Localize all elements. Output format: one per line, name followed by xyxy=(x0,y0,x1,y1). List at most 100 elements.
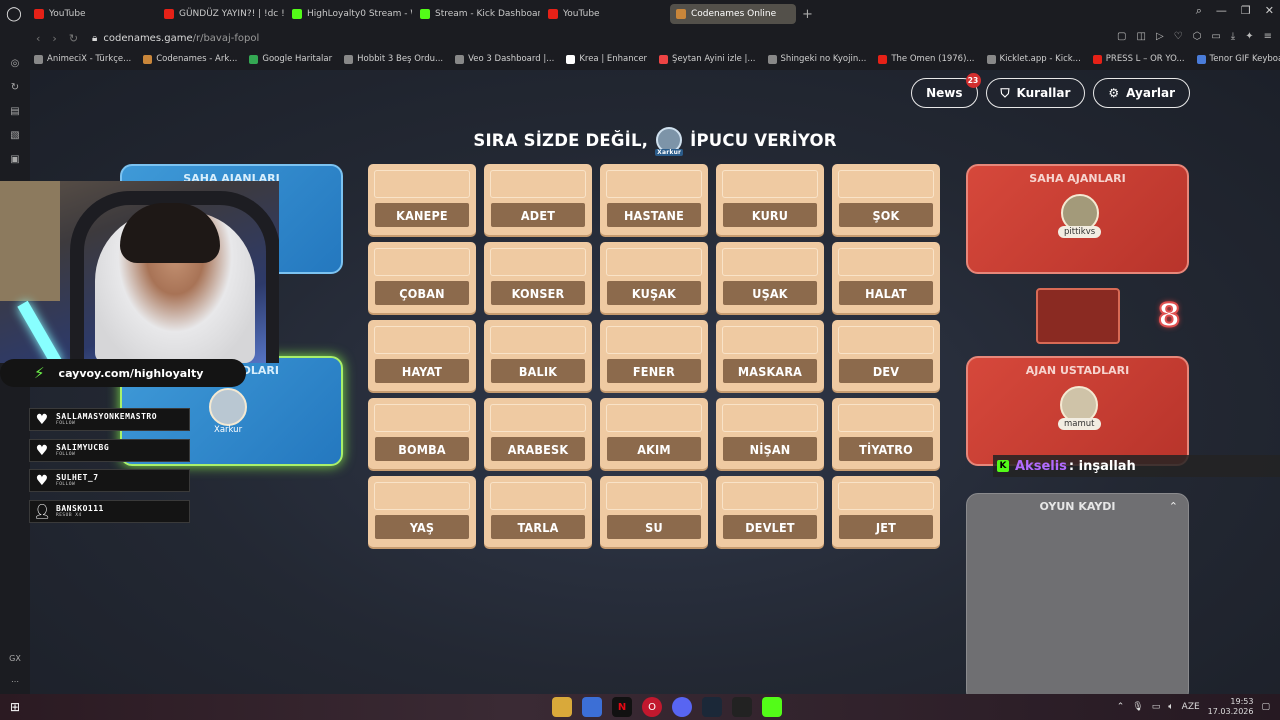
play-icon[interactable]: ▷ xyxy=(1156,31,1164,42)
word-card[interactable]: TARLA xyxy=(484,476,592,547)
back-icon[interactable]: ‹ xyxy=(36,32,40,45)
gx-label[interactable]: GX xyxy=(9,654,21,663)
word-card[interactable]: ÇOBAN xyxy=(368,242,476,313)
history-icon[interactable]: ↻ xyxy=(8,80,22,94)
bookmark[interactable]: Codenames - Ark... xyxy=(143,54,237,64)
file-explorer-icon[interactable] xyxy=(552,697,572,717)
word-card[interactable]: KURU xyxy=(716,164,824,235)
bookmark[interactable]: Şeytan Ayini izle |... xyxy=(659,54,756,64)
chevron-up-icon[interactable]: ⌃ xyxy=(1169,500,1178,513)
kick-app-icon[interactable] xyxy=(762,697,782,717)
word-card[interactable]: BALIK xyxy=(484,320,592,391)
word-card[interactable]: DEV xyxy=(832,320,940,391)
youtube-icon xyxy=(34,9,44,19)
more-icon[interactable]: ⋯ xyxy=(11,677,19,686)
settings-button[interactable]: ⚙ Ayarlar xyxy=(1093,78,1190,108)
gamepad-icon[interactable]: ◎ xyxy=(8,56,22,70)
menu-icon[interactable]: ≡ xyxy=(1264,31,1272,42)
bookmark[interactable]: AnimeciX - Türkçe... xyxy=(34,54,131,64)
system-tray: ⌃ 🎙︎ ▭ 🔈︎ AZE 19:53 17.03.2026 ▢ xyxy=(1117,697,1270,717)
chevron-up-icon[interactable]: ⌃ xyxy=(1117,702,1125,712)
notification-icon[interactable]: ▢ xyxy=(1261,702,1270,712)
clock[interactable]: 19:53 17.03.2026 xyxy=(1208,697,1254,717)
download-icon[interactable]: ⤓ xyxy=(1231,31,1235,42)
red-operative[interactable]: pittikvs xyxy=(1058,194,1102,238)
word-card[interactable]: HAYAT xyxy=(368,320,476,391)
windows-start-icon[interactable]: ⊞ xyxy=(0,700,30,714)
word-card[interactable]: UŞAK xyxy=(716,242,824,313)
gif-icon xyxy=(1196,54,1206,64)
word-card[interactable]: KANEPE xyxy=(368,164,476,235)
volume-icon[interactable]: 🔈︎ xyxy=(1168,702,1173,712)
url-field[interactable]: 🔒︎ codenames.game/r/bavaj-fopol xyxy=(92,33,259,44)
bookmark[interactable]: PRESS L – OR YO... xyxy=(1092,54,1185,64)
wallet-icon[interactable]: ▭ xyxy=(1211,31,1220,42)
word-card[interactable]: SU xyxy=(600,476,708,547)
word-card[interactable]: TİYATRO xyxy=(832,398,940,469)
store-icon[interactable] xyxy=(582,697,602,717)
forward-icon[interactable]: › xyxy=(52,32,56,45)
word-card[interactable]: ADET xyxy=(484,164,592,235)
word-card[interactable]: ARABESK xyxy=(484,398,592,469)
terminal-icon[interactable] xyxy=(732,697,752,717)
red-spymaster[interactable]: mamut xyxy=(1058,386,1101,430)
card-top xyxy=(838,326,934,354)
news-button[interactable]: News 23 xyxy=(911,73,981,108)
word-card[interactable]: YAŞ xyxy=(368,476,476,547)
bookmark[interactable]: Kicklet.app - Kick... xyxy=(986,54,1081,64)
blue-spymaster[interactable]: Xarkur xyxy=(208,388,248,436)
opera-gx-icon[interactable]: O xyxy=(642,697,662,717)
netflix-icon[interactable]: N xyxy=(612,697,632,717)
camera-icon[interactable]: ▢ xyxy=(1117,31,1126,42)
new-tab-button[interactable]: + xyxy=(802,7,813,22)
word-card[interactable]: MASKARA xyxy=(716,320,824,391)
word-card[interactable]: ŞOK xyxy=(832,164,940,235)
tab-kick-dashboard[interactable]: Stream - Kick Dashboard xyxy=(414,4,540,24)
tab-youtube-2[interactable]: YouTube xyxy=(542,4,668,24)
close-icon[interactable]: ✕ xyxy=(1265,4,1274,18)
bookmark[interactable]: The Omen (1976)... xyxy=(878,54,975,64)
snapshot-icon[interactable]: ◫ xyxy=(1136,31,1145,42)
bookmarks-bar: AnimeciX - Türkçe... Codenames - Ark... … xyxy=(28,48,1280,70)
word-card[interactable]: JET xyxy=(832,476,940,547)
m-icon[interactable]: ▣ xyxy=(8,152,22,166)
language-indicator[interactable]: AZE xyxy=(1182,702,1200,712)
bookmark[interactable]: Google Haritalar xyxy=(249,54,332,64)
bookmark[interactable]: Veo 3 Dashboard |... xyxy=(455,54,554,64)
extensions-icon[interactable]: ⬡ xyxy=(1193,31,1202,42)
ai-icon[interactable]: ✦ xyxy=(1245,31,1253,42)
tab-highloyalty-stream[interactable]: HighLoyalty0 Stream - Wa xyxy=(286,4,412,24)
bookmark-label: Google Haritalar xyxy=(262,54,333,64)
tab-gunduz-yayin[interactable]: GÜNDÜZ YAYIN?! | !dc !in xyxy=(158,4,284,24)
heart-icon[interactable]: ♡ xyxy=(1174,31,1183,42)
word-card[interactable]: BOMBA xyxy=(368,398,476,469)
bookmark[interactable]: Hobbit 3 Beş Ordu... xyxy=(344,54,443,64)
word-card[interactable]: AKIM xyxy=(600,398,708,469)
word-card[interactable]: HALAT xyxy=(832,242,940,313)
steam-icon[interactable] xyxy=(702,697,722,717)
bookmark-icon xyxy=(566,54,576,64)
card-top xyxy=(606,326,702,354)
word-card[interactable]: DEVLET xyxy=(716,476,824,547)
bookmark[interactable]: Tenor GIF Keyboa... xyxy=(1196,54,1280,64)
word-card[interactable]: KONSER xyxy=(484,242,592,313)
search-icon[interactable]: ⌕ xyxy=(1196,4,1202,18)
word-card[interactable]: FENER xyxy=(600,320,708,391)
network-icon[interactable]: ▭ xyxy=(1152,702,1161,712)
reload-icon[interactable]: ↻ xyxy=(69,32,78,45)
pinboard-icon[interactable]: ▤ xyxy=(8,104,22,118)
tab-youtube-1[interactable]: YouTube xyxy=(28,4,156,24)
bookmark[interactable]: Krea | Enhancer xyxy=(566,54,647,64)
word-card[interactable]: HASTANE xyxy=(600,164,708,235)
word-card[interactable]: NİŞAN xyxy=(716,398,824,469)
opera-logo-icon[interactable]: ◯ xyxy=(0,0,28,28)
discord-icon[interactable] xyxy=(672,697,692,717)
microphone-icon[interactable]: 🎙︎ xyxy=(1132,702,1143,712)
bookmark[interactable]: Shingeki no Kyojin... xyxy=(767,54,866,64)
rules-button[interactable]: ⛉ Kurallar xyxy=(985,78,1086,108)
minimize-icon[interactable]: — xyxy=(1216,4,1227,18)
notes-icon[interactable]: ▧ xyxy=(8,128,22,142)
word-card[interactable]: KUŞAK xyxy=(600,242,708,313)
maximize-icon[interactable]: ❐ xyxy=(1241,4,1251,18)
tab-codenames[interactable]: Codenames Online xyxy=(670,4,796,24)
